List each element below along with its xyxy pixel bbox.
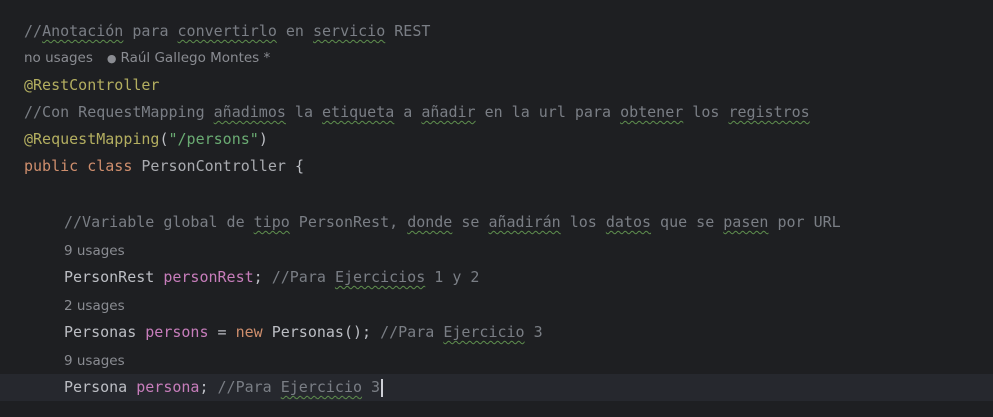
comment-text: 3 <box>524 323 543 341</box>
comment-text: //Para <box>371 323 444 341</box>
code-line-10[interactable]: PersonRest personRest; //Para Ejercicios… <box>0 264 993 291</box>
semicolon: ; <box>199 378 209 396</box>
comment-text: en <box>276 22 313 40</box>
user-icon: ● <box>106 52 117 65</box>
inlay-hint-field[interactable]: 2 usages <box>0 293 993 320</box>
comment-text: // <box>24 22 43 40</box>
comment-word: registros <box>728 103 810 121</box>
code-line-8[interactable]: //Variable global de tipo PersonRest, do… <box>0 209 993 236</box>
type-name: Persona <box>64 378 128 396</box>
comment-text: a <box>394 103 422 121</box>
keyword: class <box>87 157 133 175</box>
comment-text: 1 y 2 <box>425 268 480 286</box>
code-line-12[interactable]: Personas persons = new Personas(); //Par… <box>0 319 993 346</box>
comment-word: Ejercicio <box>280 378 363 396</box>
type-name: Personas <box>64 323 137 341</box>
comment-text: PersonRest, <box>289 213 408 231</box>
field-name: personRest <box>163 268 254 286</box>
comment-text: en la url para <box>475 103 621 121</box>
inlay-hint-field[interactable]: 9 usages <box>0 238 993 265</box>
inlay-hint-class[interactable]: no usages ● Raúl Gallego Montes * <box>0 45 993 72</box>
code-editor[interactable]: //Anotación para convertirlo en servicio… <box>0 0 993 417</box>
code-line-14-current[interactable]: Persona persona; //Para Ejercicio 3 <box>0 374 993 401</box>
code-line-4[interactable]: //Con RequestMapping añadimos la etiquet… <box>0 99 993 126</box>
field-name: persons <box>145 323 209 341</box>
usages-hint[interactable]: no usages <box>24 50 93 66</box>
class-name: PersonController <box>141 157 286 175</box>
comment-text: se <box>452 213 489 231</box>
keyword: public <box>24 157 79 175</box>
comment-text: que se <box>651 213 724 231</box>
annotation-text: @RestController <box>24 76 160 94</box>
usages-hint[interactable]: 9 usages <box>64 353 125 369</box>
comment-text: REST <box>385 22 431 40</box>
comment-text: los <box>560 213 606 231</box>
comment-word: donde <box>407 213 453 231</box>
comment-word: convertirlo <box>177 22 277 40</box>
usages-hint[interactable]: 9 usages <box>64 243 125 259</box>
comment-word: Ejercicios <box>334 268 426 286</box>
comment-text: //Variable global de <box>64 213 254 231</box>
comment-text: //Con RequestMapping <box>24 103 214 121</box>
code-line-6[interactable]: public class PersonController { <box>0 153 993 180</box>
usages-hint[interactable]: 2 usages <box>64 298 125 314</box>
author-hint[interactable]: Raúl Gallego Montes * <box>121 50 271 66</box>
paren: ( <box>159 130 169 148</box>
comment-word: Anotación <box>42 22 124 40</box>
code-line-3[interactable]: @RestController <box>0 72 993 99</box>
comment-text: para <box>123 22 178 40</box>
comment-word: obtener <box>620 103 684 121</box>
brace: { <box>294 157 304 175</box>
code-line-5[interactable]: @RequestMapping("/persons") <box>0 126 993 153</box>
comment-word: datos <box>605 213 652 231</box>
field-name: persona <box>136 378 200 396</box>
code-line-1[interactable]: //Anotación para convertirlo en servicio… <box>0 18 993 45</box>
string-literal: "/persons" <box>168 130 259 148</box>
comment-word: servicio <box>313 22 386 40</box>
type-name: PersonRest <box>64 268 155 286</box>
comment-word: etiqueta <box>322 103 395 121</box>
annotation-text: @RequestMapping <box>24 130 160 148</box>
semicolon: ; <box>253 268 263 286</box>
comment-word: añadirán <box>488 213 561 231</box>
comment-word: pasen <box>723 213 769 231</box>
comment-word: añadir <box>421 103 476 121</box>
operator: = <box>208 323 236 341</box>
comment-text: //Para <box>262 268 335 286</box>
constructor-call: Personas(); <box>262 323 372 341</box>
comment-word: añadimos <box>213 103 286 121</box>
text-caret <box>381 378 384 397</box>
comment-word: Ejercicio <box>443 323 525 341</box>
comment-word: tipo <box>253 213 290 231</box>
comment-text: //Para <box>208 378 281 396</box>
comment-text: 3 <box>362 378 381 396</box>
paren: ) <box>258 130 268 148</box>
comment-text: la <box>285 103 323 121</box>
keyword: new <box>235 323 263 341</box>
comment-text: por URL <box>768 213 841 231</box>
comment-text: los <box>683 103 729 121</box>
inlay-hint-field[interactable]: 9 usages <box>0 348 993 375</box>
